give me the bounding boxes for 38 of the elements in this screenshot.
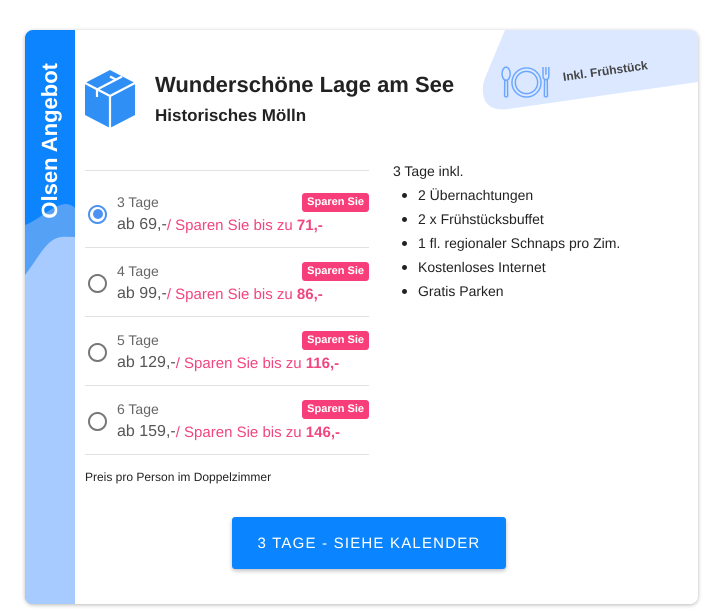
- package-icon: [85, 70, 135, 128]
- inclusion-item: Gratis Parken: [418, 282, 504, 301]
- bullet-icon: [402, 216, 407, 222]
- savings-badge: Sparen Sie: [302, 262, 369, 280]
- duration-label: 3 Tage: [117, 194, 159, 210]
- savings-badge: Sparen Sie: [302, 400, 369, 418]
- inclusion-item: Kostenloses Internet: [418, 258, 546, 277]
- price-text: ab 129,-: [117, 354, 176, 372]
- price-text: ab 69,-: [117, 216, 167, 234]
- bullet-icon: [402, 240, 407, 246]
- savings-text: / Sparen Sie bis zu 146,-: [176, 424, 340, 440]
- bullet-icon: [402, 192, 407, 198]
- price-note: Preis pro Person im Doppelzimmer: [85, 469, 272, 485]
- duration-label: 4 Tage: [117, 263, 159, 279]
- savings-badge: Sparen Sie: [302, 330, 369, 350]
- price-text: ab 99,-: [117, 285, 167, 303]
- radio-button[interactable]: [88, 204, 107, 224]
- inclusion-item: 2 x Frühstücksbuffet: [418, 210, 544, 229]
- inclusions-heading: 3 Tage inkl.: [393, 162, 465, 181]
- duration-label: 5 Tage: [117, 332, 159, 348]
- savings-text: / Sparen Sie bis zu 116,-: [176, 354, 340, 372]
- radio-button[interactable]: [88, 342, 107, 362]
- radio-button[interactable]: [88, 412, 107, 430]
- savings-text: / Sparen Sie bis zu 71,-: [166, 216, 323, 234]
- bullet-icon: [402, 264, 407, 270]
- savings-text: / Sparen Sie bis zu 86,-: [166, 286, 323, 302]
- duration-label: 6 Tage: [117, 401, 159, 417]
- ribbon-label: Inkl. Frühstück: [562, 58, 648, 84]
- inclusion-item: 2 Übernachtungen: [418, 186, 534, 205]
- price-text: ab 159,-: [117, 423, 176, 441]
- offer-title: Wunderschöne Lage am See: [155, 71, 454, 99]
- inclusion-item: 1 fl. regionaler Schnaps pro Zim.: [418, 234, 620, 253]
- calendar-button[interactable]: 3 TAGE - SIEHE KALENDER: [232, 517, 506, 569]
- sidebar-label: Olsen Angebot: [38, 63, 62, 219]
- bullet-icon: [402, 288, 407, 294]
- radio-button[interactable]: [88, 274, 107, 292]
- offer-subtitle: Historisches Mölln: [155, 105, 308, 127]
- savings-badge: Sparen Sie: [302, 192, 369, 212]
